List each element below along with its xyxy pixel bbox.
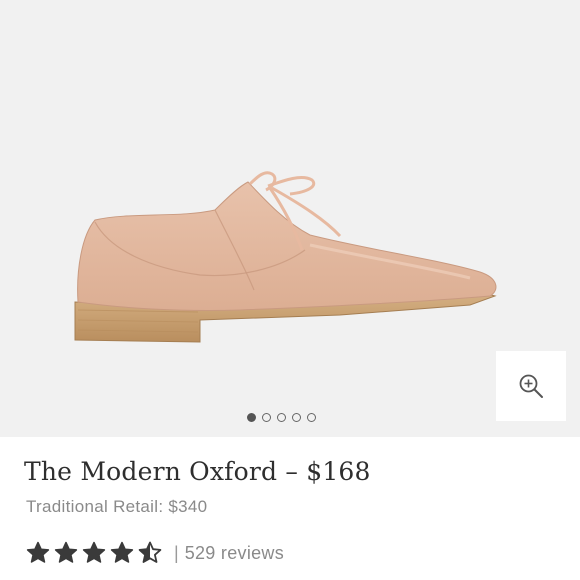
- traditional-retail-price: Traditional Retail: $340: [26, 497, 208, 516]
- carousel-dot[interactable]: [292, 413, 301, 422]
- product-info: The Modern Oxford – $168 Traditional Ret…: [0, 437, 580, 580]
- zoom-button[interactable]: [496, 351, 566, 421]
- carousel-dot[interactable]: [307, 413, 316, 422]
- review-separator: |: [174, 542, 179, 563]
- star-icon: [82, 541, 106, 563]
- product-image-gallery[interactable]: [0, 0, 580, 437]
- carousel-dot[interactable]: [262, 413, 271, 422]
- star-icon: [54, 541, 78, 563]
- rating-row: | 529 reviews: [26, 541, 284, 565]
- carousel-dot[interactable]: [247, 413, 256, 422]
- star-rating: [26, 541, 162, 565]
- carousel-pagination: [247, 413, 316, 422]
- star-icon: [26, 541, 50, 563]
- zoom-in-icon: [519, 374, 543, 398]
- half-star-icon: [138, 541, 162, 563]
- product-title: The Modern Oxford – $168: [24, 457, 371, 486]
- carousel-dot[interactable]: [277, 413, 286, 422]
- star-icon: [110, 541, 134, 563]
- reviews-link[interactable]: 529 reviews: [185, 543, 284, 564]
- product-image: [74, 171, 497, 343]
